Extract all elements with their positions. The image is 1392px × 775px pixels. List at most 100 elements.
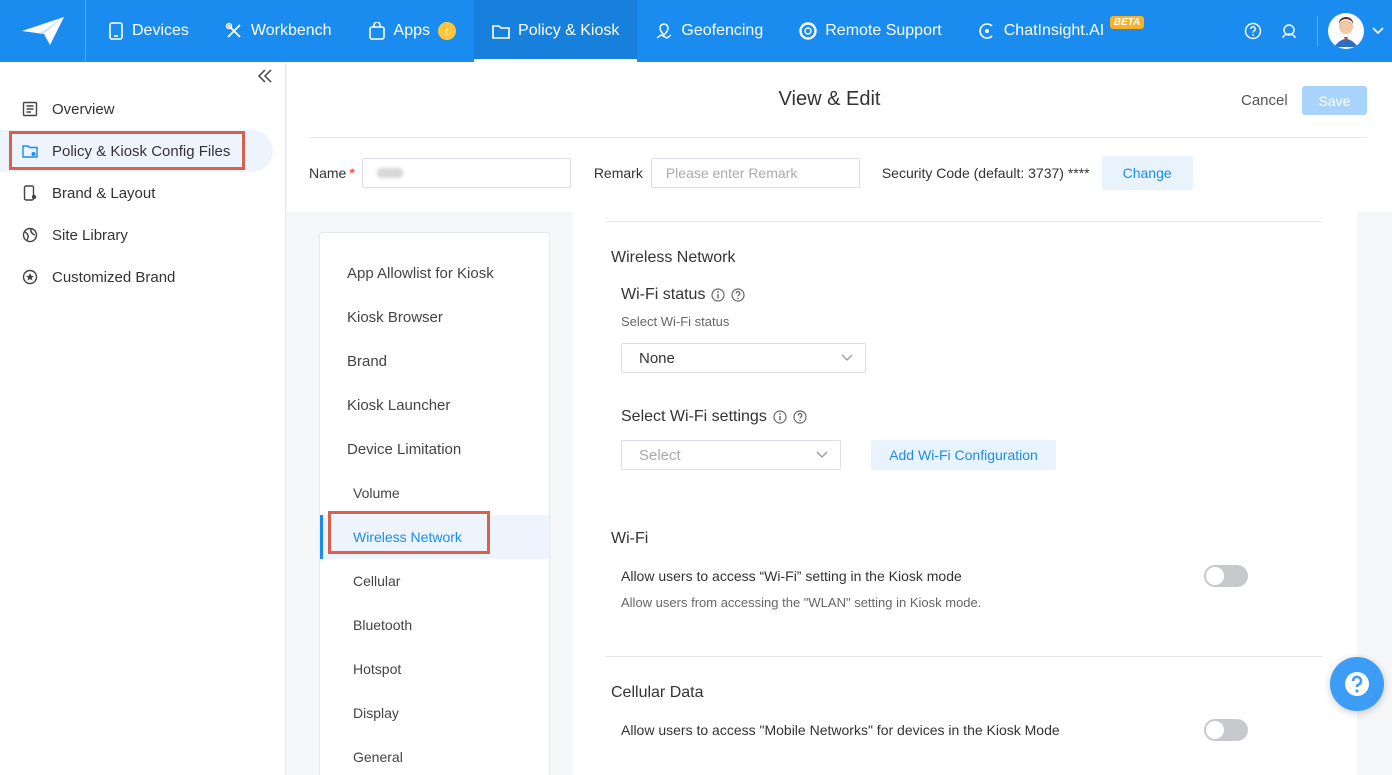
nav-label: Workbench xyxy=(250,22,332,39)
top-navbar: Devices Workbench Apps ↑ Policy & Kiosk … xyxy=(0,0,1392,62)
double-chevron-left-icon xyxy=(257,69,272,83)
submenu-item-display[interactable]: Display xyxy=(320,691,549,735)
ai-chat-icon xyxy=(979,23,993,39)
required-marker: * xyxy=(349,165,355,181)
page-title: View & Edit xyxy=(778,88,881,110)
nav-geofencing[interactable]: Geofencing xyxy=(637,0,781,62)
cancel-button[interactable]: Cancel xyxy=(1241,92,1288,109)
sidebar-item-site-library[interactable]: Site Library xyxy=(0,214,285,256)
help-button[interactable] xyxy=(1235,22,1271,40)
save-button[interactable]: Save xyxy=(1302,86,1367,115)
edit-header: View & Edit Cancel Save Name * Remark Pl… xyxy=(287,62,1392,212)
nav-workbench[interactable]: Workbench xyxy=(207,0,350,62)
submenu-item-hotspot[interactable]: Hotspot xyxy=(320,647,549,691)
info-icon[interactable] xyxy=(711,288,726,302)
question-circle-icon[interactable] xyxy=(731,288,746,302)
folder-icon xyxy=(492,25,510,39)
submenu-item-wireless-network[interactable]: Wireless Network xyxy=(320,515,549,559)
policy-submenu: App Allowlist for Kiosk Kiosk Browser Br… xyxy=(319,232,550,775)
nav-devices[interactable]: Devices xyxy=(86,0,207,62)
name-input[interactable] xyxy=(361,158,571,188)
remark-label: Remark xyxy=(593,165,643,181)
wifi-settings-placeholder: Select xyxy=(639,446,681,464)
nav-apps[interactable]: Apps ↑ xyxy=(350,0,474,62)
nav-label: Policy & Kiosk xyxy=(518,22,620,39)
wireless-network-title: Wireless Network xyxy=(611,249,736,266)
submenu-item-general[interactable]: General xyxy=(320,735,549,775)
phone-settings-icon xyxy=(23,185,37,201)
submenu-item-kiosk-browser[interactable]: Kiosk Browser xyxy=(320,295,549,339)
lifebuoy-icon xyxy=(799,22,817,40)
sidebar-item-policy-kiosk-config-files[interactable]: Policy & Kiosk Config Files xyxy=(0,130,273,172)
remark-placeholder: Please enter Remark xyxy=(665,165,798,181)
wifi-allow-toggle[interactable] xyxy=(1204,565,1248,587)
sidebar-item-label: Overview xyxy=(52,100,115,118)
wifi-settings-select[interactable]: Select xyxy=(621,440,841,470)
change-security-code-button[interactable]: Change xyxy=(1101,156,1193,190)
beta-badge: BETA xyxy=(1109,16,1145,29)
wifi-status-value: None xyxy=(639,349,675,367)
submenu-item-device-limitation[interactable]: Device Limitation xyxy=(320,427,549,471)
nav-label: Geofencing xyxy=(681,22,764,39)
divider xyxy=(1317,16,1318,46)
sidebar-item-label: Customized Brand xyxy=(52,268,176,286)
sidebar-item-label: Policy & Kiosk Config Files xyxy=(52,142,231,160)
submenu-item-cellular[interactable]: Cellular xyxy=(320,559,549,603)
question-circle-icon[interactable] xyxy=(793,410,807,424)
support-agent-button[interactable] xyxy=(1271,22,1307,40)
divider xyxy=(309,137,1367,138)
wifi-allow-description: Allow users from accessing the "WLAN" se… xyxy=(621,595,982,610)
nav-remote-support[interactable]: Remote Support xyxy=(781,0,960,62)
config-meta-row: Name * Remark Please enter Remark Securi… xyxy=(309,156,1193,190)
sidebar-item-brand-layout[interactable]: Brand & Layout xyxy=(0,172,285,214)
nav-label: Remote Support xyxy=(825,22,942,39)
chevron-down-icon xyxy=(816,451,828,458)
sidebar-item-overview[interactable]: Overview xyxy=(0,88,285,130)
nav-policy-kiosk[interactable]: Policy & Kiosk xyxy=(474,0,638,62)
document-icon xyxy=(22,101,38,117)
apps-bag-icon xyxy=(368,22,385,40)
paper-plane-logo-icon xyxy=(21,17,64,45)
submenu-item-volume[interactable]: Volume xyxy=(320,471,549,515)
security-code-label: Security Code (default: 3737) **** xyxy=(881,165,1090,181)
submenu-item-bluetooth[interactable]: Bluetooth xyxy=(320,603,549,647)
sidebar-item-label: Brand & Layout xyxy=(52,184,156,202)
avatar-icon xyxy=(1334,17,1358,47)
floating-help-button[interactable] xyxy=(1330,657,1384,711)
wifi-settings-label-row: Select Wi-Fi settings xyxy=(621,408,807,426)
remark-input[interactable]: Please enter Remark xyxy=(650,158,860,188)
question-mark-icon xyxy=(1345,672,1369,696)
account-menu-toggle[interactable] xyxy=(1364,27,1392,35)
wifi-section-title: Wi-Fi xyxy=(611,530,649,547)
star-circle-icon xyxy=(22,269,38,285)
left-sidebar: Overview Policy & Kiosk Config Files Bra… xyxy=(0,62,286,775)
add-wifi-configuration-button[interactable]: Add Wi-Fi Configuration xyxy=(871,440,1056,470)
globe-icon xyxy=(22,227,38,243)
submenu-item-kiosk-launcher[interactable]: Kiosk Launcher xyxy=(320,383,549,427)
cellular-section-title: Cellular Data xyxy=(611,684,704,701)
tablet-icon xyxy=(109,22,123,40)
submenu-item-brand[interactable]: Brand xyxy=(320,339,549,383)
top-right-tools xyxy=(1235,0,1392,62)
sidebar-item-customized-brand[interactable]: Customized Brand xyxy=(0,256,285,298)
wifi-allow-label: Allow users to access “Wi-Fi” setting in… xyxy=(621,568,962,584)
cellular-allow-toggle[interactable] xyxy=(1204,719,1248,741)
nav-label: Apps xyxy=(393,22,431,39)
chevron-down-icon xyxy=(1372,27,1384,35)
main-nav: Devices Workbench Apps ↑ Policy & Kiosk … xyxy=(86,0,1145,62)
divider xyxy=(605,656,1323,657)
app-logo[interactable] xyxy=(0,0,86,62)
wifi-status-hint: Select Wi-Fi status xyxy=(621,314,730,329)
support-agent-icon xyxy=(1282,24,1296,39)
user-avatar[interactable] xyxy=(1328,13,1364,49)
collapse-sidebar-button[interactable] xyxy=(257,68,273,89)
submenu-item-app-allowlist[interactable]: App Allowlist for Kiosk xyxy=(320,251,549,295)
settings-panel: Wireless Network Wi-Fi status Select Wi-… xyxy=(573,212,1357,775)
divider xyxy=(605,221,1323,222)
cellular-allow-label: Allow users to access "Mobile Networks" … xyxy=(621,722,1060,738)
folder-settings-icon xyxy=(22,145,38,158)
info-icon[interactable] xyxy=(773,410,787,424)
sidebar-item-label: Site Library xyxy=(52,226,128,244)
nav-chatinsight[interactable]: ChatInsight.AI BETA xyxy=(960,0,1145,62)
wifi-status-select[interactable]: None xyxy=(621,343,866,373)
